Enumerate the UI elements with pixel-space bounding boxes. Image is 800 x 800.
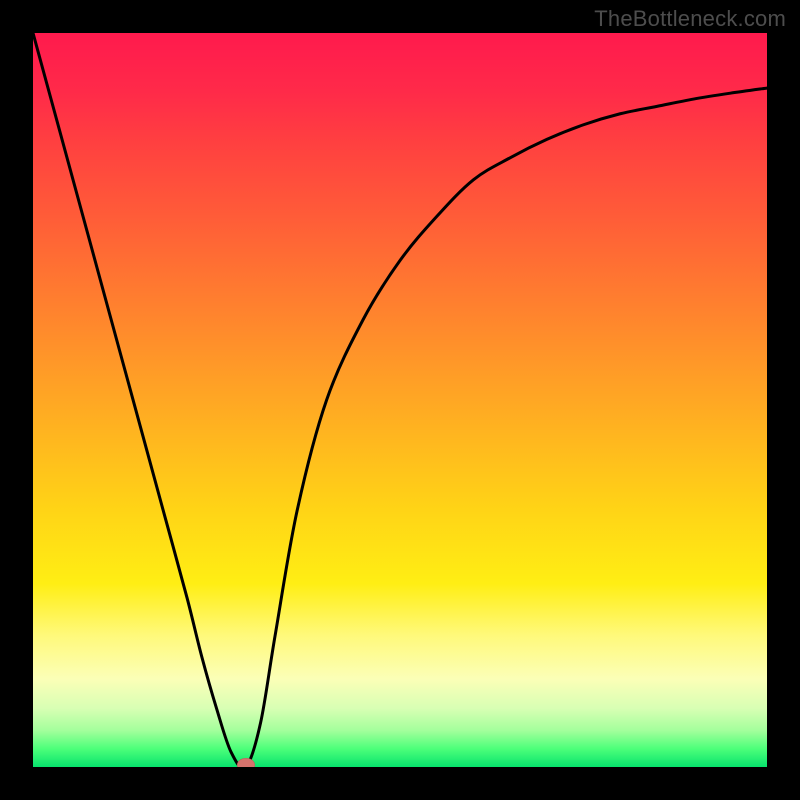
- bottleneck-curve: [33, 33, 767, 767]
- plot-area: [33, 33, 767, 767]
- min-point-marker: [237, 758, 255, 767]
- curve-path: [33, 33, 767, 767]
- watermark-text: TheBottleneck.com: [594, 6, 786, 32]
- chart-frame: TheBottleneck.com: [0, 0, 800, 800]
